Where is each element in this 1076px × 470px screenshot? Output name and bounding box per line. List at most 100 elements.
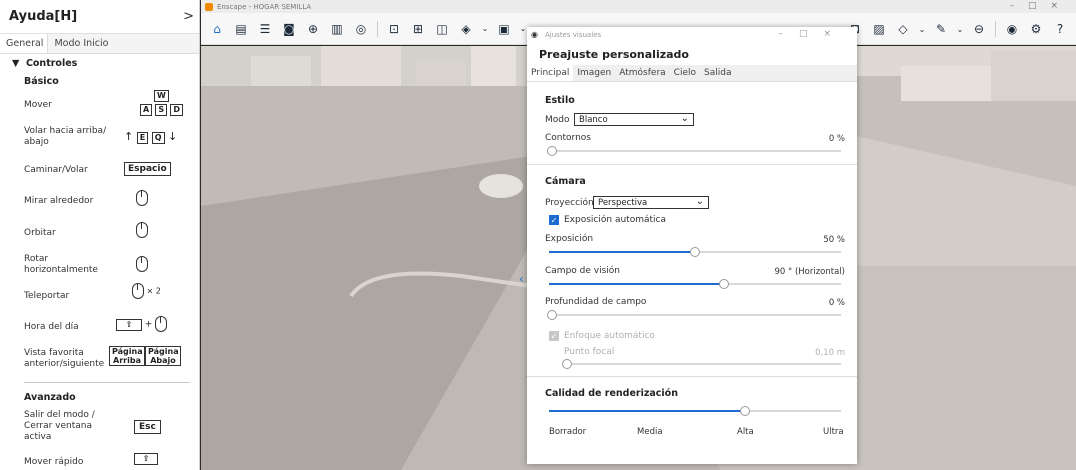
outlines-slider[interactable] (547, 146, 841, 156)
screenshot-icon[interactable]: ◙ (281, 21, 297, 37)
help-label: Orbitar (24, 228, 56, 238)
shift-key: ⇧ (134, 453, 158, 465)
tab-general[interactable]: General (0, 34, 49, 53)
render-icon[interactable]: ⊡ (386, 21, 402, 37)
window-titlebar: Enscape - HOGAR SEMILLA –□× (201, 0, 1076, 13)
batch-render-icon[interactable]: ◈ (458, 21, 474, 37)
chevron-down-icon: ⌄ (680, 113, 689, 124)
dof-slider-thumb[interactable] (547, 310, 557, 320)
quality-label-ultra[interactable]: Ultra (823, 427, 844, 437)
fov-slider-thumb[interactable] (719, 279, 730, 289)
asset-library-icon[interactable]: ▤ (233, 21, 249, 37)
arrow-down-icon: ↓ (168, 130, 178, 143)
vr-headset-icon[interactable]: ⊖ (971, 21, 987, 37)
tab-modo-inicio[interactable]: Modo Inicio (48, 34, 112, 53)
tab-atmosfera[interactable]: Atmósfera (615, 65, 669, 81)
help-label: Hora del día (24, 322, 79, 332)
close-icon[interactable]: × (823, 29, 847, 39)
quality-label-media[interactable]: Media (637, 427, 663, 437)
minimize-icon[interactable]: – (1009, 1, 1028, 11)
chevron-down-icon[interactable]: ⌄ (482, 21, 489, 37)
close-icon[interactable]: × (1050, 1, 1072, 11)
tab-imagen[interactable]: Imagen (573, 65, 615, 81)
toolbar-separator (995, 21, 996, 37)
pencil-icon[interactable]: ✎ (933, 21, 949, 37)
toolbar-separator (377, 20, 378, 37)
gallery-icon[interactable]: ▨ (871, 21, 887, 37)
shift-icon: ⇧ (134, 453, 158, 465)
chevron-down-icon[interactable]: ⌄ (957, 21, 964, 37)
preset-title[interactable]: Preajuste personalizado (527, 43, 857, 65)
minimize-icon[interactable]: – (778, 29, 799, 39)
panorama-icon[interactable]: ◫ (434, 21, 450, 37)
collapse-help-icon[interactable]: > (183, 9, 194, 24)
visual-settings-icon[interactable]: ◉ (1004, 21, 1020, 37)
key-s: S (155, 104, 168, 116)
help-label: Teleportar (24, 291, 70, 301)
shift-mouse-icon: ⇧ + (116, 316, 168, 332)
export-icon[interactable]: ▥ (329, 21, 345, 37)
exposure-label: Exposición (545, 234, 594, 244)
chevron-down-icon[interactable]: ⌄ (520, 21, 527, 37)
dof-slider[interactable] (547, 310, 841, 320)
help-label: Rotar horizontalmente (24, 254, 98, 275)
outlines-slider-thumb[interactable] (547, 146, 557, 156)
shift-icon: ⇧ (116, 318, 142, 331)
vr-icon[interactable]: ◎ (353, 21, 369, 37)
help-label: Mover (24, 100, 52, 110)
maximize-icon[interactable]: □ (1028, 1, 1051, 11)
tab-cielo[interactable]: Cielo (670, 65, 700, 81)
quality-label-borrador[interactable]: Borrador (549, 427, 586, 437)
help-divider (24, 382, 190, 383)
home-icon[interactable]: ⌂ (209, 21, 225, 37)
fov-value: 90 ° (Horizontal) (774, 267, 845, 277)
key-q: Q (151, 132, 165, 144)
window-title: Enscape - HOGAR SEMILLA (217, 2, 312, 11)
focal-label: Punto focal (564, 347, 615, 357)
views-icon[interactable]: ☰ (257, 21, 273, 37)
outlines-label: Contornos (545, 133, 591, 143)
help-label: Mirar alrededor (24, 196, 94, 206)
dialog-tabs: Principal Imagen Atmósfera Cielo Salida (527, 65, 857, 82)
projection-value: Perspectiva (598, 198, 648, 208)
video-icon[interactable]: ▣ (496, 21, 512, 37)
tab-principal[interactable]: Principal (527, 65, 574, 81)
objects-icon[interactable]: ◇ (895, 21, 911, 37)
mode-label: Modo (545, 115, 570, 125)
mode-select[interactable]: Blanco ⌄ (574, 113, 694, 126)
quality-slider-thumb[interactable] (739, 406, 750, 416)
page-keys: Página Arriba Página Abajo (109, 346, 181, 366)
dof-label: Profundidad de campo (545, 297, 647, 307)
exposure-slider[interactable] (549, 247, 841, 257)
controls-section-header[interactable]: ▼ Controles (0, 54, 199, 73)
auto-focus-checkbox: ✓ (549, 331, 559, 341)
help-icon[interactable]: ? (1052, 21, 1068, 37)
mouse-left-icon (136, 190, 148, 209)
key-a: A (140, 104, 153, 116)
auto-exposure-checkbox[interactable]: ✓ (549, 215, 559, 225)
exposure-slider-thumb[interactable] (690, 247, 700, 257)
upload-icon[interactable]: ⊕ (305, 21, 321, 37)
help-label: Volar hacia arriba/ abajo (24, 126, 107, 147)
mouse-middle-icon (136, 256, 148, 275)
help-row-hora: Hora del día (24, 322, 194, 333)
quality-label-alta[interactable]: Alta (737, 427, 754, 437)
esc-key: Esc (134, 420, 161, 434)
image-icon[interactable]: ⊞ (410, 21, 426, 37)
tab-salida[interactable]: Salida (700, 65, 735, 81)
basic-heading: Básico (24, 76, 59, 87)
fov-slider[interactable] (549, 279, 841, 289)
help-row-orbitar: Orbitar (24, 228, 194, 239)
enscape-logo-icon (205, 2, 213, 11)
quality-heading: Calidad de renderización (545, 388, 678, 399)
key-space: Espacio (124, 162, 171, 176)
auto-exposure-label: Exposición automática (564, 215, 666, 225)
projection-select[interactable]: Perspectiva ⌄ (593, 196, 709, 209)
advanced-heading: Avanzado (24, 392, 76, 403)
chevron-left-icon[interactable]: ‹ (519, 272, 524, 286)
key-page-up: Página Arriba (109, 346, 145, 366)
settings-icon[interactable]: ⚙ (1028, 21, 1044, 37)
chevron-down-icon[interactable]: ⌄ (919, 21, 926, 37)
quality-slider[interactable] (549, 406, 841, 416)
maximize-icon[interactable]: □ (799, 29, 824, 39)
